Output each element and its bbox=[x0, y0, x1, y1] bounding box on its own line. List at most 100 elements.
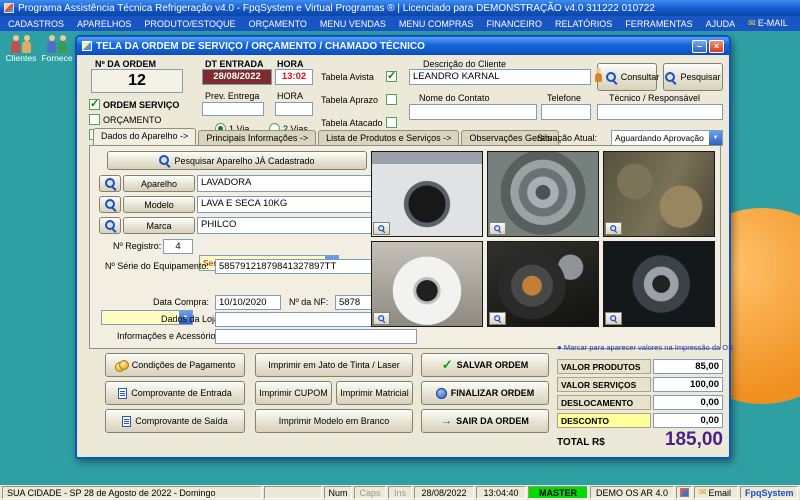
photo-motor-parts[interactable] bbox=[487, 241, 599, 327]
close-button[interactable]: × bbox=[709, 40, 724, 53]
zoom-photo-button[interactable] bbox=[373, 312, 390, 325]
deslocamento-value[interactable]: 0,00 bbox=[653, 395, 723, 410]
salvar-ordem-button[interactable]: ✓ SALVAR ORDEM bbox=[421, 353, 549, 377]
checkbox-row-tabela-atacado[interactable]: Tabela Atacado bbox=[321, 117, 397, 128]
valor-servicos-value[interactable]: 100,00 bbox=[653, 377, 723, 392]
shortcut-clientes-label: Clientes bbox=[4, 53, 38, 63]
menu-item-menu-vendas[interactable]: MENU VENDAS bbox=[320, 19, 386, 29]
photo-repair-bench[interactable] bbox=[603, 151, 715, 237]
valor-servicos-label: VALOR SERVIÇOS bbox=[557, 377, 651, 392]
orcamento-label: ORÇAMENTO bbox=[103, 115, 161, 125]
dt-entrada-field[interactable]: 28/08/2022 bbox=[202, 69, 272, 85]
imprimir-modelo-branco-button[interactable]: Imprimir Modelo em Branco bbox=[255, 409, 413, 433]
zoom-photo-button[interactable] bbox=[373, 222, 390, 235]
valores-nota: ●Marcar para aparecer valores na Impress… bbox=[557, 343, 723, 352]
menu-item-menu-compras[interactable]: MENU COMPRAS bbox=[399, 19, 474, 29]
valor-produtos-value[interactable]: 85,00 bbox=[653, 359, 723, 374]
imprimir-matricial-button[interactable]: Imprimir Matricial bbox=[336, 381, 413, 405]
magnifier-icon bbox=[610, 315, 617, 322]
photo-washer-drum[interactable] bbox=[487, 151, 599, 237]
photo-drum-closeup[interactable] bbox=[603, 241, 715, 327]
window-icon bbox=[82, 41, 92, 51]
window-title: TELA DA ORDEM DE SERVIÇO / ORÇAMENTO / C… bbox=[96, 41, 425, 52]
status-user: MASTER bbox=[528, 486, 588, 499]
data-compra-field[interactable]: 10/10/2020 bbox=[215, 295, 281, 310]
registro-field[interactable]: 4 bbox=[163, 239, 193, 254]
menu-item-cadastros[interactable]: CADASTROS bbox=[8, 19, 64, 29]
tab-principais-informacoes[interactable]: Principais Informações -> bbox=[198, 130, 316, 145]
photo-washer-front[interactable] bbox=[371, 151, 483, 237]
checkbox-row-ordem-servico[interactable]: ORDEM SERVIÇO bbox=[89, 99, 179, 110]
menu-item-financeiro[interactable]: FINANCEIRO bbox=[486, 19, 542, 29]
info-acessorios-field[interactable] bbox=[215, 329, 417, 344]
tab-lista-produtos-servicos[interactable]: Lista de Produtos e Serviços -> bbox=[318, 130, 459, 145]
prev-entrega-label: Prev. Entrega bbox=[205, 91, 259, 101]
pesquisar-button[interactable]: Pesquisar bbox=[663, 63, 723, 91]
marca-search-button[interactable] bbox=[99, 217, 121, 234]
condicoes-pagamento-button[interactable]: Condições de Pagamento bbox=[105, 353, 245, 377]
hora-entrada-field[interactable]: 13:02 bbox=[275, 69, 313, 85]
data-compra-label: Data Compra: bbox=[153, 297, 209, 307]
total-value: 185,00 bbox=[613, 429, 723, 455]
menu-item-email[interactable]: ✉E-MAIL bbox=[748, 18, 788, 29]
envelope-icon: ✉ bbox=[699, 487, 707, 498]
contato-field[interactable] bbox=[409, 104, 537, 120]
service-order-window: TELA DA ORDEM DE SERVIÇO / ORÇAMENTO / C… bbox=[75, 35, 731, 459]
tabela-atacado-checkbox[interactable] bbox=[386, 117, 397, 128]
zoom-photo-button[interactable] bbox=[489, 312, 506, 325]
menu-item-relatorios[interactable]: RELATÓRIOS bbox=[555, 19, 612, 29]
imprimir-cupom-button[interactable]: Imprimir CUPOM bbox=[255, 381, 332, 405]
modelo-label-box: Modelo bbox=[123, 196, 195, 213]
tabela-avista-checkbox[interactable] bbox=[386, 71, 397, 82]
hora-label: HORA bbox=[277, 59, 304, 69]
orcamento-checkbox[interactable] bbox=[89, 114, 100, 125]
photo-washer-full[interactable] bbox=[371, 241, 483, 327]
checkbox-row-orcamento[interactable]: ORÇAMENTO bbox=[89, 114, 161, 125]
checkbox-row-tabela-aprazo[interactable]: Tabela Aprazo bbox=[321, 94, 397, 105]
shortcut-clientes[interactable]: Clientes bbox=[4, 33, 38, 63]
zoom-photo-button[interactable] bbox=[605, 222, 622, 235]
desktop: Programa Assistência Técnica Refrigeraçã… bbox=[0, 0, 800, 500]
comprovante-entrada-button[interactable]: Comprovante de Entrada bbox=[105, 381, 245, 405]
situacao-dropdown[interactable]: Aguardando Aprovação ▼ bbox=[611, 130, 723, 146]
menu-item-orcamento[interactable]: ORÇAMENTO bbox=[249, 19, 307, 29]
document-icon bbox=[122, 416, 131, 427]
menu-item-ajuda[interactable]: AJUDA bbox=[706, 19, 736, 29]
desconto-value[interactable]: 0,00 bbox=[653, 413, 723, 428]
status-email[interactable]: ✉Email bbox=[694, 486, 738, 499]
menu-item-ferramentas[interactable]: FERRAMENTAS bbox=[625, 19, 692, 29]
order-number-field[interactable]: 12 bbox=[91, 69, 183, 93]
telefone-field[interactable] bbox=[541, 104, 591, 120]
tecnico-label: Técnico / Responsável bbox=[609, 93, 700, 103]
consultar-button[interactable]: Consultar bbox=[597, 63, 657, 91]
pesquisar-label: Pesquisar bbox=[680, 72, 720, 82]
prev-hora-field[interactable] bbox=[275, 102, 313, 116]
prev-entrega-field[interactable] bbox=[202, 102, 264, 116]
ordem-servico-checkbox[interactable] bbox=[89, 99, 100, 110]
comprovante-saida-button[interactable]: Comprovante de Saída bbox=[105, 409, 245, 433]
pesquisar-aparelho-button[interactable]: Pesquisar Aparelho JÁ Cadastrado bbox=[107, 151, 367, 170]
shortcut-fornecedores[interactable]: Fornece bbox=[40, 33, 74, 63]
zoom-photo-button[interactable] bbox=[605, 312, 622, 325]
zoom-photo-button[interactable] bbox=[489, 222, 506, 235]
tabela-aprazo-checkbox[interactable] bbox=[386, 94, 397, 105]
window-titlebar: TELA DA ORDEM DE SERVIÇO / ORÇAMENTO / C… bbox=[77, 37, 729, 55]
minimize-button[interactable]: – bbox=[692, 40, 707, 53]
checkbox-row-tabela-avista[interactable]: Tabela Avista bbox=[321, 71, 397, 82]
order-number-label: Nº DA ORDEM bbox=[95, 59, 156, 69]
app-titlebar: Programa Assistência Técnica Refrigeraçã… bbox=[0, 0, 800, 16]
tecnico-field[interactable] bbox=[597, 104, 723, 120]
imprimir-jato-button[interactable]: Imprimir em Jato de Tinta / Laser bbox=[255, 353, 413, 377]
modelo-search-button[interactable] bbox=[99, 196, 121, 213]
aparelho-search-button[interactable] bbox=[99, 175, 121, 192]
status-ins: Ins bbox=[388, 486, 412, 499]
cliente-field[interactable]: LEANDRO KARNAL bbox=[409, 69, 591, 85]
menu-item-produto-estoque[interactable]: PRODUTO/ESTOQUE bbox=[144, 19, 235, 29]
chevron-down-icon[interactable]: ▼ bbox=[709, 131, 722, 145]
menu-item-aparelhos[interactable]: APARELHOS bbox=[77, 19, 131, 29]
sair-ordem-button[interactable]: → SAIR DA ORDEM bbox=[421, 409, 549, 433]
magnifier-icon bbox=[494, 225, 501, 232]
app-icon bbox=[4, 3, 14, 13]
tab-dados-do-aparelho[interactable]: Dados do Aparelho -> bbox=[93, 128, 196, 145]
finalizar-ordem-button[interactable]: FINALIZAR ORDEM bbox=[421, 381, 549, 405]
